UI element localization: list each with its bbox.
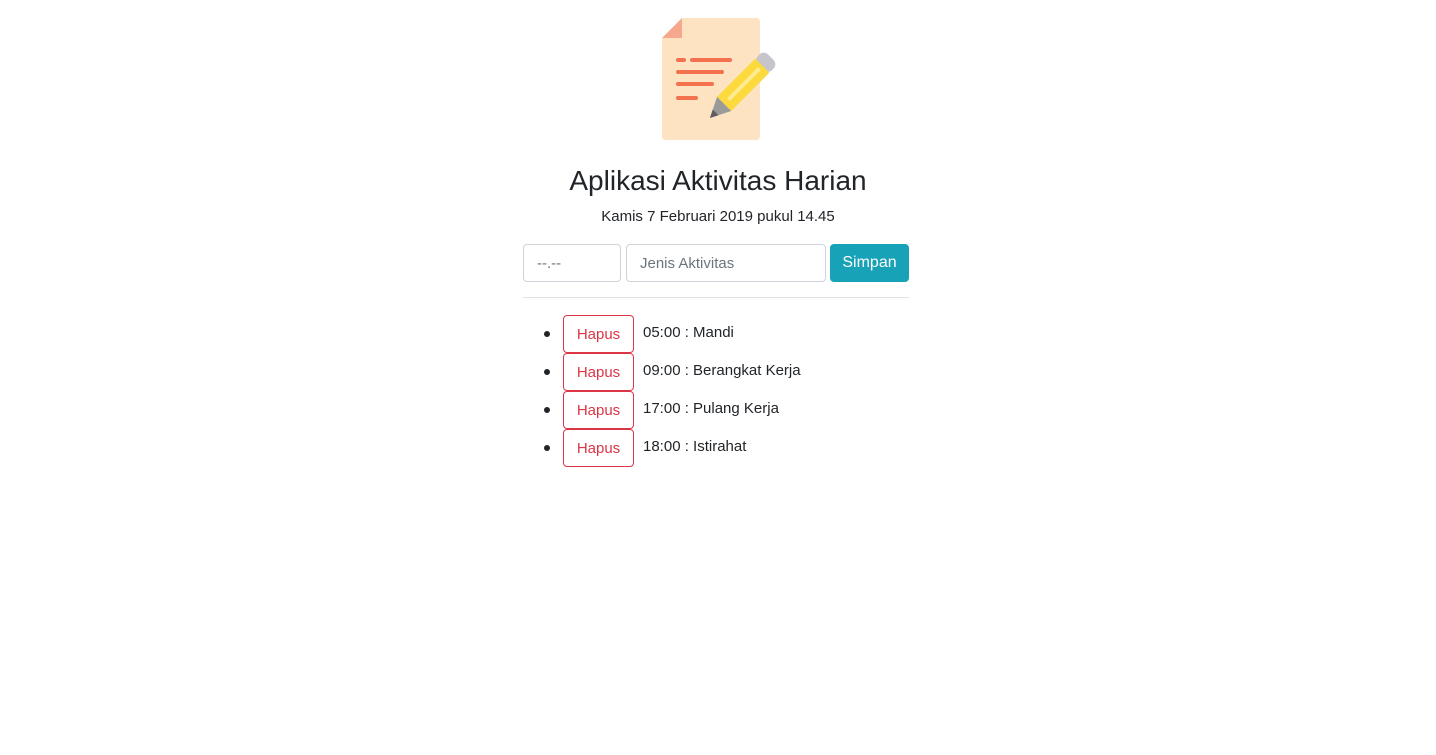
bullet-icon [544, 369, 550, 375]
delete-button[interactable]: Hapus [563, 391, 634, 429]
activity-text: 09:00 : Berangkat Kerja [643, 362, 801, 379]
bullet-icon [544, 445, 550, 451]
activity-text: 17:00 : Pulang Kerja [643, 400, 779, 417]
bullet-icon [544, 407, 550, 413]
delete-button[interactable]: Hapus [563, 315, 634, 353]
time-input[interactable] [523, 244, 621, 282]
current-datetime: Kamis 7 Februari 2019 pukul 14.45 [601, 208, 835, 225]
activity-text: 18:00 : Istirahat [643, 438, 747, 455]
activity-text: 05:00 : Mandi [643, 324, 734, 341]
activity-list: Hapus 05:00 : Mandi Hapus 09:00 : Berang… [523, 315, 909, 467]
bullet-icon [544, 331, 550, 337]
save-button[interactable]: Simpan [830, 244, 909, 282]
app-container: Aplikasi Aktivitas Harian Kamis 7 Februa… [0, 0, 1436, 755]
list-item: Hapus 05:00 : Mandi [523, 315, 909, 353]
delete-button[interactable]: Hapus [563, 353, 634, 391]
note-pencil-icon [662, 18, 776, 140]
list-item: Hapus 17:00 : Pulang Kerja [523, 391, 909, 429]
page-title: Aplikasi Aktivitas Harian [569, 165, 867, 196]
divider [523, 297, 909, 298]
delete-button[interactable]: Hapus [563, 429, 634, 467]
list-item: Hapus 09:00 : Berangkat Kerja [523, 353, 909, 391]
activity-type-input[interactable] [626, 244, 826, 282]
list-item: Hapus 18:00 : Istirahat [523, 429, 909, 467]
